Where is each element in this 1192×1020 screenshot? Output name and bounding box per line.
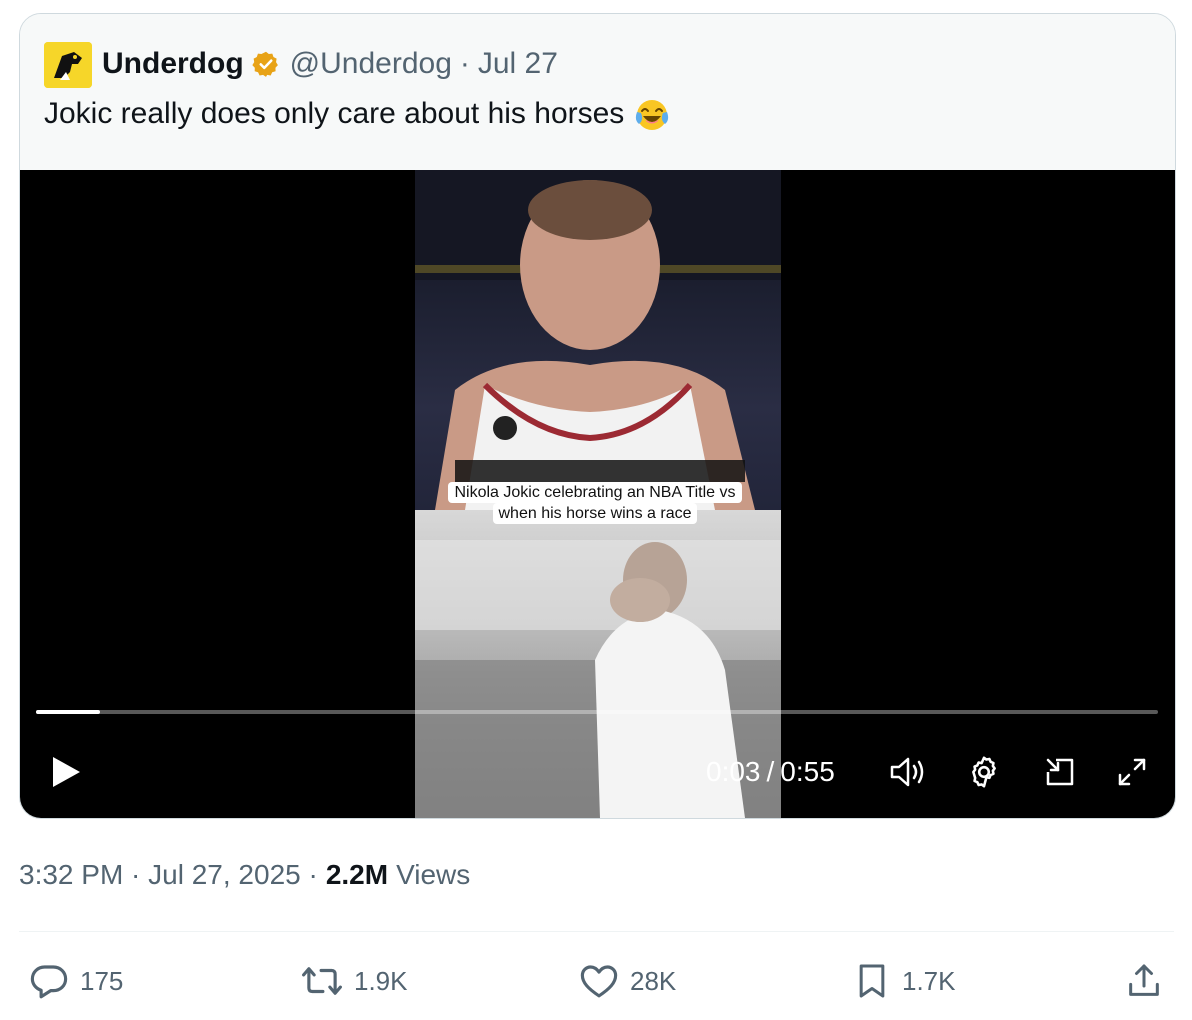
author-name[interactable]: Underdog [102, 47, 244, 81]
current-time: 0:03 [706, 756, 761, 787]
action-bar: 175 1.9K 28K 1.7K [0, 958, 1192, 1004]
bookmark-count: 1.7K [902, 965, 956, 996]
divider [19, 931, 1174, 932]
bookmark-icon [859, 964, 885, 998]
video-caption-text: Nikola Jokic celebrating an NBA Title vs… [448, 482, 742, 524]
share-button[interactable] [1124, 958, 1164, 1004]
author-handle[interactable]: @Underdog [290, 47, 452, 81]
like-count: 28K [630, 965, 677, 996]
expand-icon [1118, 758, 1146, 786]
video-progress-bar[interactable] [36, 710, 1158, 714]
like-button[interactable]: 28K [578, 958, 676, 1004]
repost-count: 1.9K [354, 965, 408, 996]
author-line: Underdog @Underdog · Jul 27 [102, 42, 558, 86]
duration: 0:55 [780, 756, 835, 787]
underdog-avatar[interactable] [44, 42, 92, 88]
speaker-icon [890, 757, 924, 787]
underdog-logo-icon [44, 42, 92, 88]
time-separator: / [766, 756, 775, 787]
quoted-tweet-header: Underdog @Underdog · Jul 27 Jokic really… [20, 14, 1175, 170]
volume-button[interactable] [888, 754, 928, 790]
reply-button[interactable]: 175 [28, 958, 123, 1004]
video-frame-top-scene [415, 170, 781, 510]
views-count: 2.2M [325, 859, 389, 890]
separator-dot: · [459, 47, 470, 80]
reply-count: 175 [80, 965, 124, 996]
heart-icon [580, 965, 618, 998]
pip-icon [1046, 758, 1074, 786]
video-time: 0:03 / 0:55 [706, 754, 835, 790]
play-button[interactable] [48, 754, 84, 790]
quoted-tweet-card[interactable]: Underdog @Underdog · Jul 27 Jokic really… [19, 13, 1176, 819]
video-caption: Nikola Jokic celebrating an NBA Title vs… [443, 482, 747, 524]
verified-badge-icon [252, 50, 280, 78]
video-progress-fill [36, 710, 100, 714]
share-icon [1129, 964, 1159, 996]
repost-icon [302, 967, 342, 995]
repost-button[interactable]: 1.9K [300, 958, 408, 1004]
play-icon [53, 757, 80, 787]
tweet-text: Jokic really does only care about his ho… [44, 97, 625, 130]
video-frame: Nikola Jokic celebrating an NBA Title vs… [415, 170, 781, 818]
video-player[interactable]: Nikola Jokic celebrating an NBA Title vs… [20, 170, 1175, 818]
reply-icon [30, 965, 68, 999]
views-label: Views [396, 859, 471, 890]
post-date[interactable]: Jul 27 [478, 47, 558, 81]
tweet-meta: 3:32 PM · Jul 27, 2025 · 2.2M Views [19, 857, 470, 893]
fullscreen-button[interactable] [1112, 754, 1152, 790]
tweet-text-line: Jokic really does only care about his ho… [44, 96, 670, 132]
post-timestamp[interactable]: 3:32 PM · Jul 27, 2025 · [19, 859, 318, 891]
gear-icon [972, 756, 996, 788]
settings-button[interactable] [964, 754, 1004, 790]
face-with-tears-of-joy-icon [636, 100, 669, 130]
picture-in-picture-button[interactable] [1040, 754, 1080, 790]
bookmark-button[interactable]: 1.7K [852, 958, 956, 1004]
